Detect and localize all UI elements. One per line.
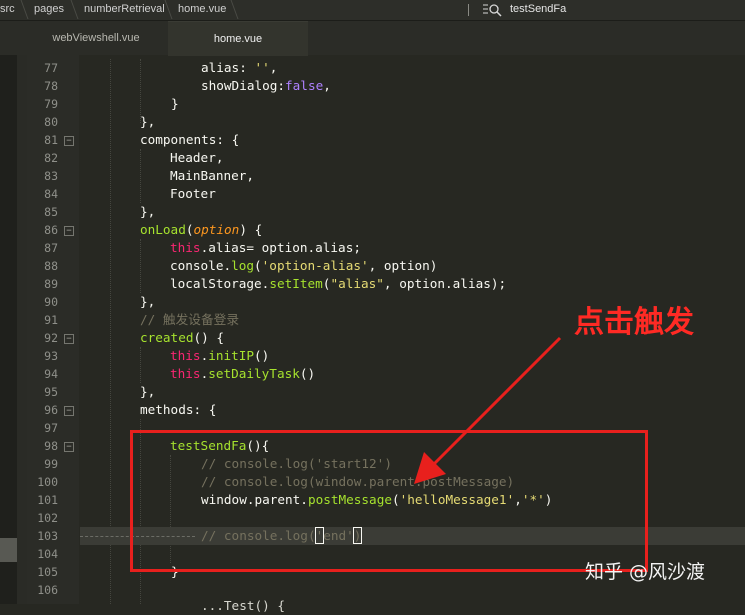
watermark: 知乎 @风沙渡 (585, 561, 706, 583)
annotation-label: 点击触发 (574, 305, 694, 340)
